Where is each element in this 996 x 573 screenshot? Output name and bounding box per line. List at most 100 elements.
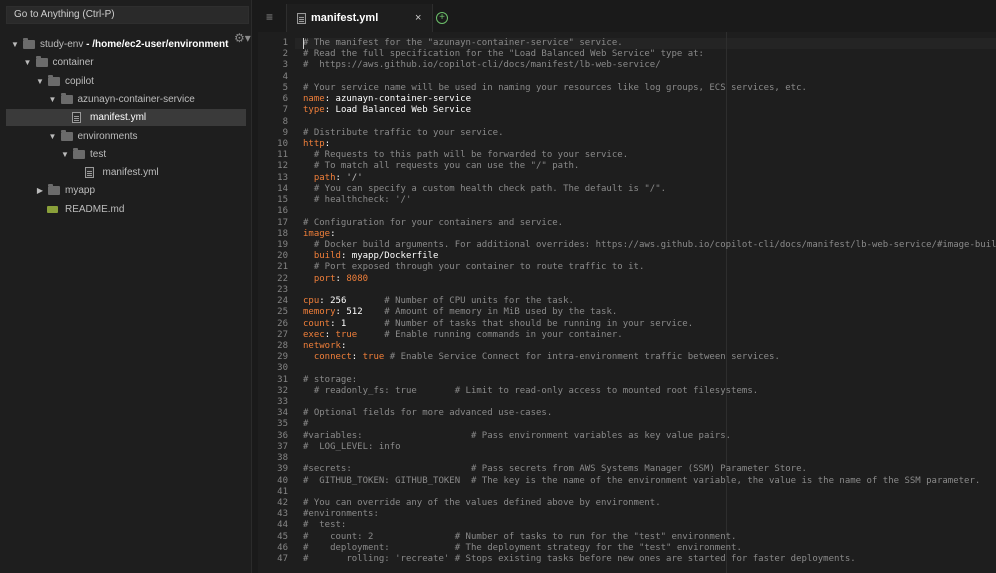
code-line[interactable]: # Your service name will be used in nami… <box>303 83 807 94</box>
text-cursor <box>303 38 304 49</box>
code-line[interactable]: network: <box>303 341 346 352</box>
menu-icon[interactable]: ≡ <box>266 10 273 24</box>
tab-bar: ≡ manifest.yml × + <box>258 4 996 32</box>
line-number: 41 <box>277 486 288 497</box>
code-line[interactable]: #variables: # Pass environment variables… <box>303 431 731 442</box>
code-token: type <box>303 105 325 116</box>
code-line[interactable]: # To match all requests you can use the … <box>303 161 580 172</box>
line-number: 42 <box>277 498 288 509</box>
line-number: 43 <box>277 509 288 520</box>
tree-folder[interactable]: ▶ myapp <box>6 182 246 199</box>
code-token: #environments: <box>303 509 379 520</box>
code-token: : Load Balanced Web Service <box>324 105 471 116</box>
code-token: # Read the full specification for the "L… <box>303 49 704 60</box>
code-token: # healthcheck: '/' <box>303 195 412 206</box>
code-line[interactable]: # The manifest for the "azunayn-containe… <box>303 38 623 49</box>
code-line[interactable]: #environments: <box>303 509 379 520</box>
chevron-down-icon[interactable]: ▼ <box>60 146 70 163</box>
code-editor[interactable]: 1 # The manifest for the "azunayn-contain… <box>258 32 996 573</box>
code-line[interactable]: # You can specify a custom health check … <box>303 184 666 195</box>
code-token: # count: 2 # Number of tasks to run for … <box>303 531 737 542</box>
code-line[interactable]: # healthcheck: '/' <box>303 195 412 206</box>
code-line[interactable]: http: <box>303 139 330 150</box>
tree-file[interactable]: manifest.yml <box>6 109 246 127</box>
code-line[interactable]: # rolling: 'recreate' # Stops existing t… <box>303 554 856 565</box>
code-line[interactable]: # Optional fields for more advanced use-… <box>303 408 552 419</box>
go-to-anything-input[interactable]: Go to Anything (Ctrl-P) <box>6 6 249 24</box>
code-line[interactable]: # Read the full specification for the "L… <box>303 49 704 60</box>
tree-folder[interactable]: ▼ azunayn-container-service <box>6 91 246 108</box>
line-number: 37 <box>277 441 288 452</box>
code-line[interactable]: # https://aws.github.io/copilot-cli/docs… <box>303 60 661 71</box>
code-line[interactable]: # test: <box>303 520 346 531</box>
code-token: # LOG_LEVEL: info <box>303 441 401 452</box>
code-line[interactable]: # deployment: # The deployment strategy … <box>303 543 742 554</box>
code-line[interactable]: # Port exposed through your container to… <box>303 262 645 273</box>
chevron-down-icon[interactable]: ▼ <box>48 128 58 145</box>
code-line[interactable]: #secrets: # Pass secrets from AWS System… <box>303 464 807 475</box>
tree-folder[interactable]: ▼ test <box>6 146 246 163</box>
code-token: '/' <box>346 172 363 183</box>
code-line[interactable]: image: <box>303 229 336 240</box>
code-token: # Amount of memory in MiB used by the ta… <box>362 307 618 318</box>
code-line[interactable]: count: 1 # Number of tasks that should b… <box>303 319 693 330</box>
chevron-down-icon[interactable]: ▼ <box>23 54 33 71</box>
line-number: 27 <box>277 329 288 340</box>
code-line[interactable]: port: 8080 <box>303 274 368 285</box>
code-line[interactable]: memory: 512 # Amount of memory in MiB us… <box>303 307 617 318</box>
chevron-right-icon[interactable]: ▶ <box>35 182 45 199</box>
code-token: connect <box>303 352 352 363</box>
folder-icon <box>48 74 60 86</box>
code-line[interactable]: # Configuration for your containers and … <box>303 218 563 229</box>
code-line[interactable]: name: azunayn-container-service <box>303 94 471 105</box>
code-line[interactable]: # Requests to this path will be forwarde… <box>303 150 628 161</box>
line-number: 33 <box>277 397 288 408</box>
folder-icon <box>73 147 85 159</box>
tree-folder[interactable]: ▼ copilot <box>6 73 246 90</box>
tree-file[interactable]: manifest.yml <box>6 164 246 181</box>
code-line[interactable]: path: '/' <box>303 173 363 184</box>
close-tab-icon[interactable]: × <box>415 4 421 32</box>
markdown-file-icon <box>47 205 58 213</box>
chevron-down-icon[interactable]: ▼ <box>10 36 20 53</box>
code-line[interactable]: connect: true # Enable Service Connect f… <box>303 352 780 363</box>
code-line[interactable]: # <box>303 419 308 430</box>
code-line[interactable]: exec: true # Enable running commands in … <box>303 330 623 341</box>
line-number: 40 <box>277 475 288 486</box>
code-token: # deployment: # The deployment strategy … <box>303 542 742 553</box>
tree-file[interactable]: README.md <box>6 201 246 218</box>
code-line[interactable]: # LOG_LEVEL: info <box>303 442 401 453</box>
tree-folder[interactable]: ▼ environments <box>6 128 246 145</box>
code-token: image <box>303 228 331 239</box>
code-token: : <box>335 273 347 284</box>
chevron-down-icon[interactable]: ▼ <box>48 91 58 108</box>
tree-folder[interactable]: ▼ container <box>6 54 246 71</box>
code-token: port <box>303 273 336 284</box>
line-number: 7 <box>282 105 288 116</box>
code-line[interactable]: # You can override any of the values def… <box>303 498 661 509</box>
code-token: : <box>335 172 347 183</box>
code-line[interactable]: # readonly_fs: true # Limit to read-only… <box>303 386 758 397</box>
tab-manifest-yml[interactable]: manifest.yml × <box>286 4 433 32</box>
tree-item-label: test <box>90 148 107 160</box>
line-number: 2 <box>282 49 288 60</box>
code-line[interactable]: build: myapp/Dockerfile <box>303 251 439 262</box>
code-line[interactable]: # storage: <box>303 375 357 386</box>
line-number: 20 <box>277 251 288 262</box>
code-line[interactable]: # Distribute traffic to your service. <box>303 128 503 139</box>
code-line[interactable]: cpu: 256 # Number of CPU units for the t… <box>303 296 574 307</box>
tree-item-label: manifest.yml <box>90 112 147 124</box>
tab-label: manifest.yml <box>311 12 379 24</box>
code-token: # Configuration for your containers and … <box>303 217 564 228</box>
code-token: network <box>303 340 341 351</box>
tree-folder[interactable]: ▼ study-env - /home/ec2-user/environment <box>6 36 246 53</box>
code-line[interactable]: type: Load Balanced Web Service <box>303 105 471 116</box>
code-line[interactable]: # Docker build arguments. For additional… <box>303 240 996 251</box>
print-margin <box>726 32 727 573</box>
new-tab-icon[interactable]: + <box>436 12 448 24</box>
code-line[interactable]: # count: 2 # Number of tasks to run for … <box>303 532 736 543</box>
code-token: # Number of CPU units for the task. <box>346 296 574 307</box>
code-token: # Enable Service Connect for intra-envir… <box>384 352 780 363</box>
chevron-down-icon[interactable]: ▼ <box>35 73 45 90</box>
code-line[interactable]: # GITHUB_TOKEN: GITHUB_TOKEN # The key i… <box>303 476 980 487</box>
